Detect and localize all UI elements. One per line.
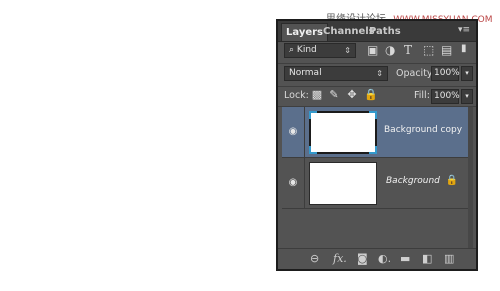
layer-row-background[interactable]: ◉ Background 🔒 [282,158,468,209]
layer-thumbnail [309,162,377,205]
search-icon: ⌕ [289,45,295,55]
link-layers-icon[interactable]: ⊖ [310,252,319,266]
layers-list: ◉ Background copy ◉ Background 🔒 [282,107,468,211]
lock-icon: 🔒 [445,175,458,186]
fill-value: 100% [434,91,460,101]
blend-mode-select[interactable]: Normal ⇕ [284,66,388,81]
fill-dropdown-button[interactable]: ▾ [461,89,473,104]
shape-filter-icon[interactable]: ⬚ [423,43,434,57]
lock-image-pixels-icon[interactable]: ✎ [328,89,340,101]
thumbnail-selection-corner [309,146,317,154]
type-filter-icon[interactable]: T [404,43,412,57]
filter-kind-label: Kind [296,45,317,55]
thumbnail-selection-corner [369,146,377,154]
chevron-updown-icon: ⇕ [344,46,351,55]
fx-icon[interactable]: fx. [333,252,347,266]
lock-label: Lock: [284,90,309,101]
layer-row-background-copy[interactable]: ◉ Background copy [282,107,468,158]
adjustment-filter-icon[interactable]: ◑ [385,43,395,57]
opacity-input[interactable]: 100% [431,66,460,81]
filter-toggle-icon[interactable]: ▮ [461,42,467,56]
layers-scrollbar[interactable] [468,107,473,252]
fill-label: Fill: [414,90,430,101]
visibility-eye-icon[interactable]: ◉ [282,107,305,157]
lock-position-icon[interactable]: ✥ [346,89,358,101]
fill-input[interactable]: 100% [431,89,460,104]
layer-name[interactable]: Background [386,176,440,186]
visibility-eye-icon[interactable]: ◉ [282,158,305,208]
thumbnail-selection-corner [369,111,377,119]
chevron-down-icon: ▾ [465,69,469,77]
filter-row: ⌕ Kind ⇕ ▣ ◑ T ⬚ ▤ ▮ [278,43,476,61]
lock-row: Lock: ▩ ✎ ✥ 🔒 Fill: 100% ▾ [278,89,476,105]
opacity-label: Opacity: [396,68,436,79]
layer-thumbnail [309,111,377,154]
adjustment-layer-icon[interactable]: ◐. [378,252,391,266]
add-mask-icon[interactable]: ◙ [357,252,368,266]
image-filter-icon[interactable]: ▣ [367,43,378,57]
delete-layer-icon[interactable]: ▥ [444,252,454,266]
filter-kind-select[interactable]: ⌕ Kind ⇕ [284,43,356,58]
opacity-value: 100% [434,68,460,78]
new-layer-icon[interactable]: ◧ [422,252,432,266]
lock-transparent-pixels-icon[interactable]: ▩ [311,89,323,101]
tab-paths[interactable]: Paths [365,23,405,41]
chevron-down-icon: ▾ [465,92,469,100]
lock-all-icon[interactable]: 🔒 [364,89,378,101]
bottom-toolbar: ⊖ fx. ◙ ◐. ▬ ◧ ▥ [278,248,476,269]
new-group-icon[interactable]: ▬ [400,252,410,266]
panel-tab-bar: Layers Channels Paths ▾≡ [278,21,476,42]
layer-name[interactable]: Background copy [384,125,462,135]
blend-row: Normal ⇕ Opacity: 100% ▾ [278,66,476,84]
layers-panel: Layers Channels Paths ▾≡ ⌕ Kind ⇕ ▣ ◑ T … [276,19,478,271]
smart-object-filter-icon[interactable]: ▤ [441,43,452,57]
separator [278,63,476,64]
opacity-dropdown-button[interactable]: ▾ [461,66,473,81]
chevron-updown-icon: ⇕ [376,69,383,78]
panel-menu-icon[interactable]: ▾≡ [458,25,470,35]
separator [278,86,476,87]
blend-mode-value: Normal [289,68,322,78]
thumbnail-selection-corner [309,111,317,119]
